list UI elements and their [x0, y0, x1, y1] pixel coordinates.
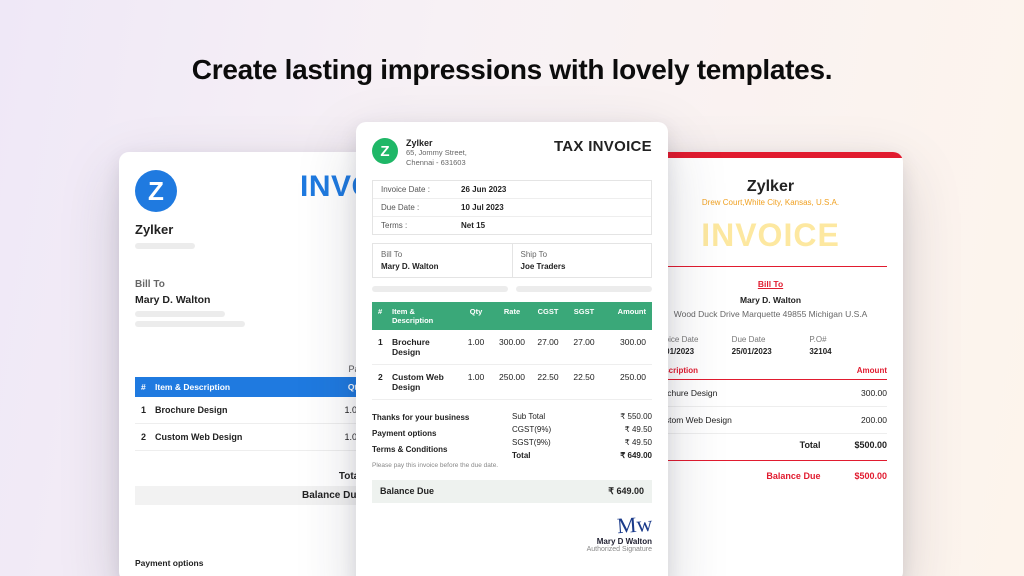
company-address: Drew Court,White City, Kansas, U.S.A.: [654, 198, 887, 207]
divider: [654, 266, 887, 267]
table-row: Custom Web Design200.00: [654, 407, 887, 434]
invoice-title: TAX INVOICE: [554, 138, 652, 155]
template-card-center: Z Zylker 65, Jommy Street, Chennai - 631…: [356, 122, 668, 576]
total-row: Total$500.00: [654, 434, 887, 456]
placeholder-line: [135, 243, 195, 249]
company-name: Zylker: [406, 138, 467, 148]
footer-payment-options: Payment options: [135, 558, 203, 568]
table-row: Brochure Design300.00: [654, 380, 887, 407]
page-headline: Create lasting impressions with lovely t…: [0, 54, 1024, 86]
company-address: Chennai - 631603: [406, 158, 467, 168]
table-row: 1 Brochure Design 1.00: [135, 397, 368, 424]
invoice-meta: Invoice Date :26 Jun 2023 Due Date :10 J…: [372, 180, 652, 235]
company-block: Z Zylker 65, Jommy Street, Chennai - 631…: [372, 138, 467, 168]
company-name: Zylker: [654, 178, 887, 196]
zylker-logo-icon: Z: [372, 138, 398, 164]
table-row: 1 Brochure Design 1.00 300.00 27.00 27.0…: [372, 330, 652, 365]
signature-block: Mw Mary D Walton Authorized Signature: [372, 517, 652, 553]
items-header: # Item & Description Qty Rate CGST SGST …: [372, 302, 652, 330]
footer-notes: Thanks for your business Payment options…: [372, 410, 512, 474]
bill-ship-row: Bill ToMary D. Walton Ship ToJoe Traders: [372, 243, 652, 278]
signature-icon: Mw: [616, 516, 652, 534]
template-card-right: Zylker Drew Court,White City, Kansas, U.…: [638, 152, 903, 576]
zylker-logo-icon: Z: [135, 170, 177, 212]
table-row: 2 Custom Web Design 1.00 250.00 22.50 22…: [372, 365, 652, 400]
items-header: DescriptionAmount: [654, 366, 887, 380]
placeholder-row: [372, 286, 652, 292]
totals-block: Sub Total₹ 550.00 CGST(9%)₹ 49.50 SGST(9…: [512, 410, 652, 474]
placeholder-line: [135, 321, 245, 327]
totals-block: Total Balance Due: [135, 467, 368, 505]
divider: [654, 460, 887, 461]
templates-stage: Z INVOICE Zylker Bill To Mary D. Walton …: [0, 122, 1024, 576]
placeholder-line: [135, 311, 225, 317]
company-address: 65, Jommy Street,: [406, 148, 467, 158]
items-header: # Item & Description Qty: [135, 377, 368, 397]
bill-to-label: Bill To: [135, 279, 368, 290]
template-card-left: Z INVOICE Zylker Bill To Mary D. Walton …: [119, 152, 384, 576]
table-row: 2 Custom Web Design 1.00: [135, 424, 368, 451]
bill-to-name: Mary D. Walton: [135, 294, 368, 306]
invoice-meta: Invoice Date25/01/2023 Due Date25/01/202…: [654, 335, 887, 356]
bill-to-block: Bill To Mary D. Walton Wood Duck Drive M…: [654, 277, 887, 321]
balance-row: Balance Due$500.00: [654, 465, 887, 487]
balance-row: Balance Due₹ 649.00: [372, 480, 652, 503]
invoice-title: INVOICE: [654, 217, 887, 254]
company-name: Zylker: [135, 222, 368, 237]
